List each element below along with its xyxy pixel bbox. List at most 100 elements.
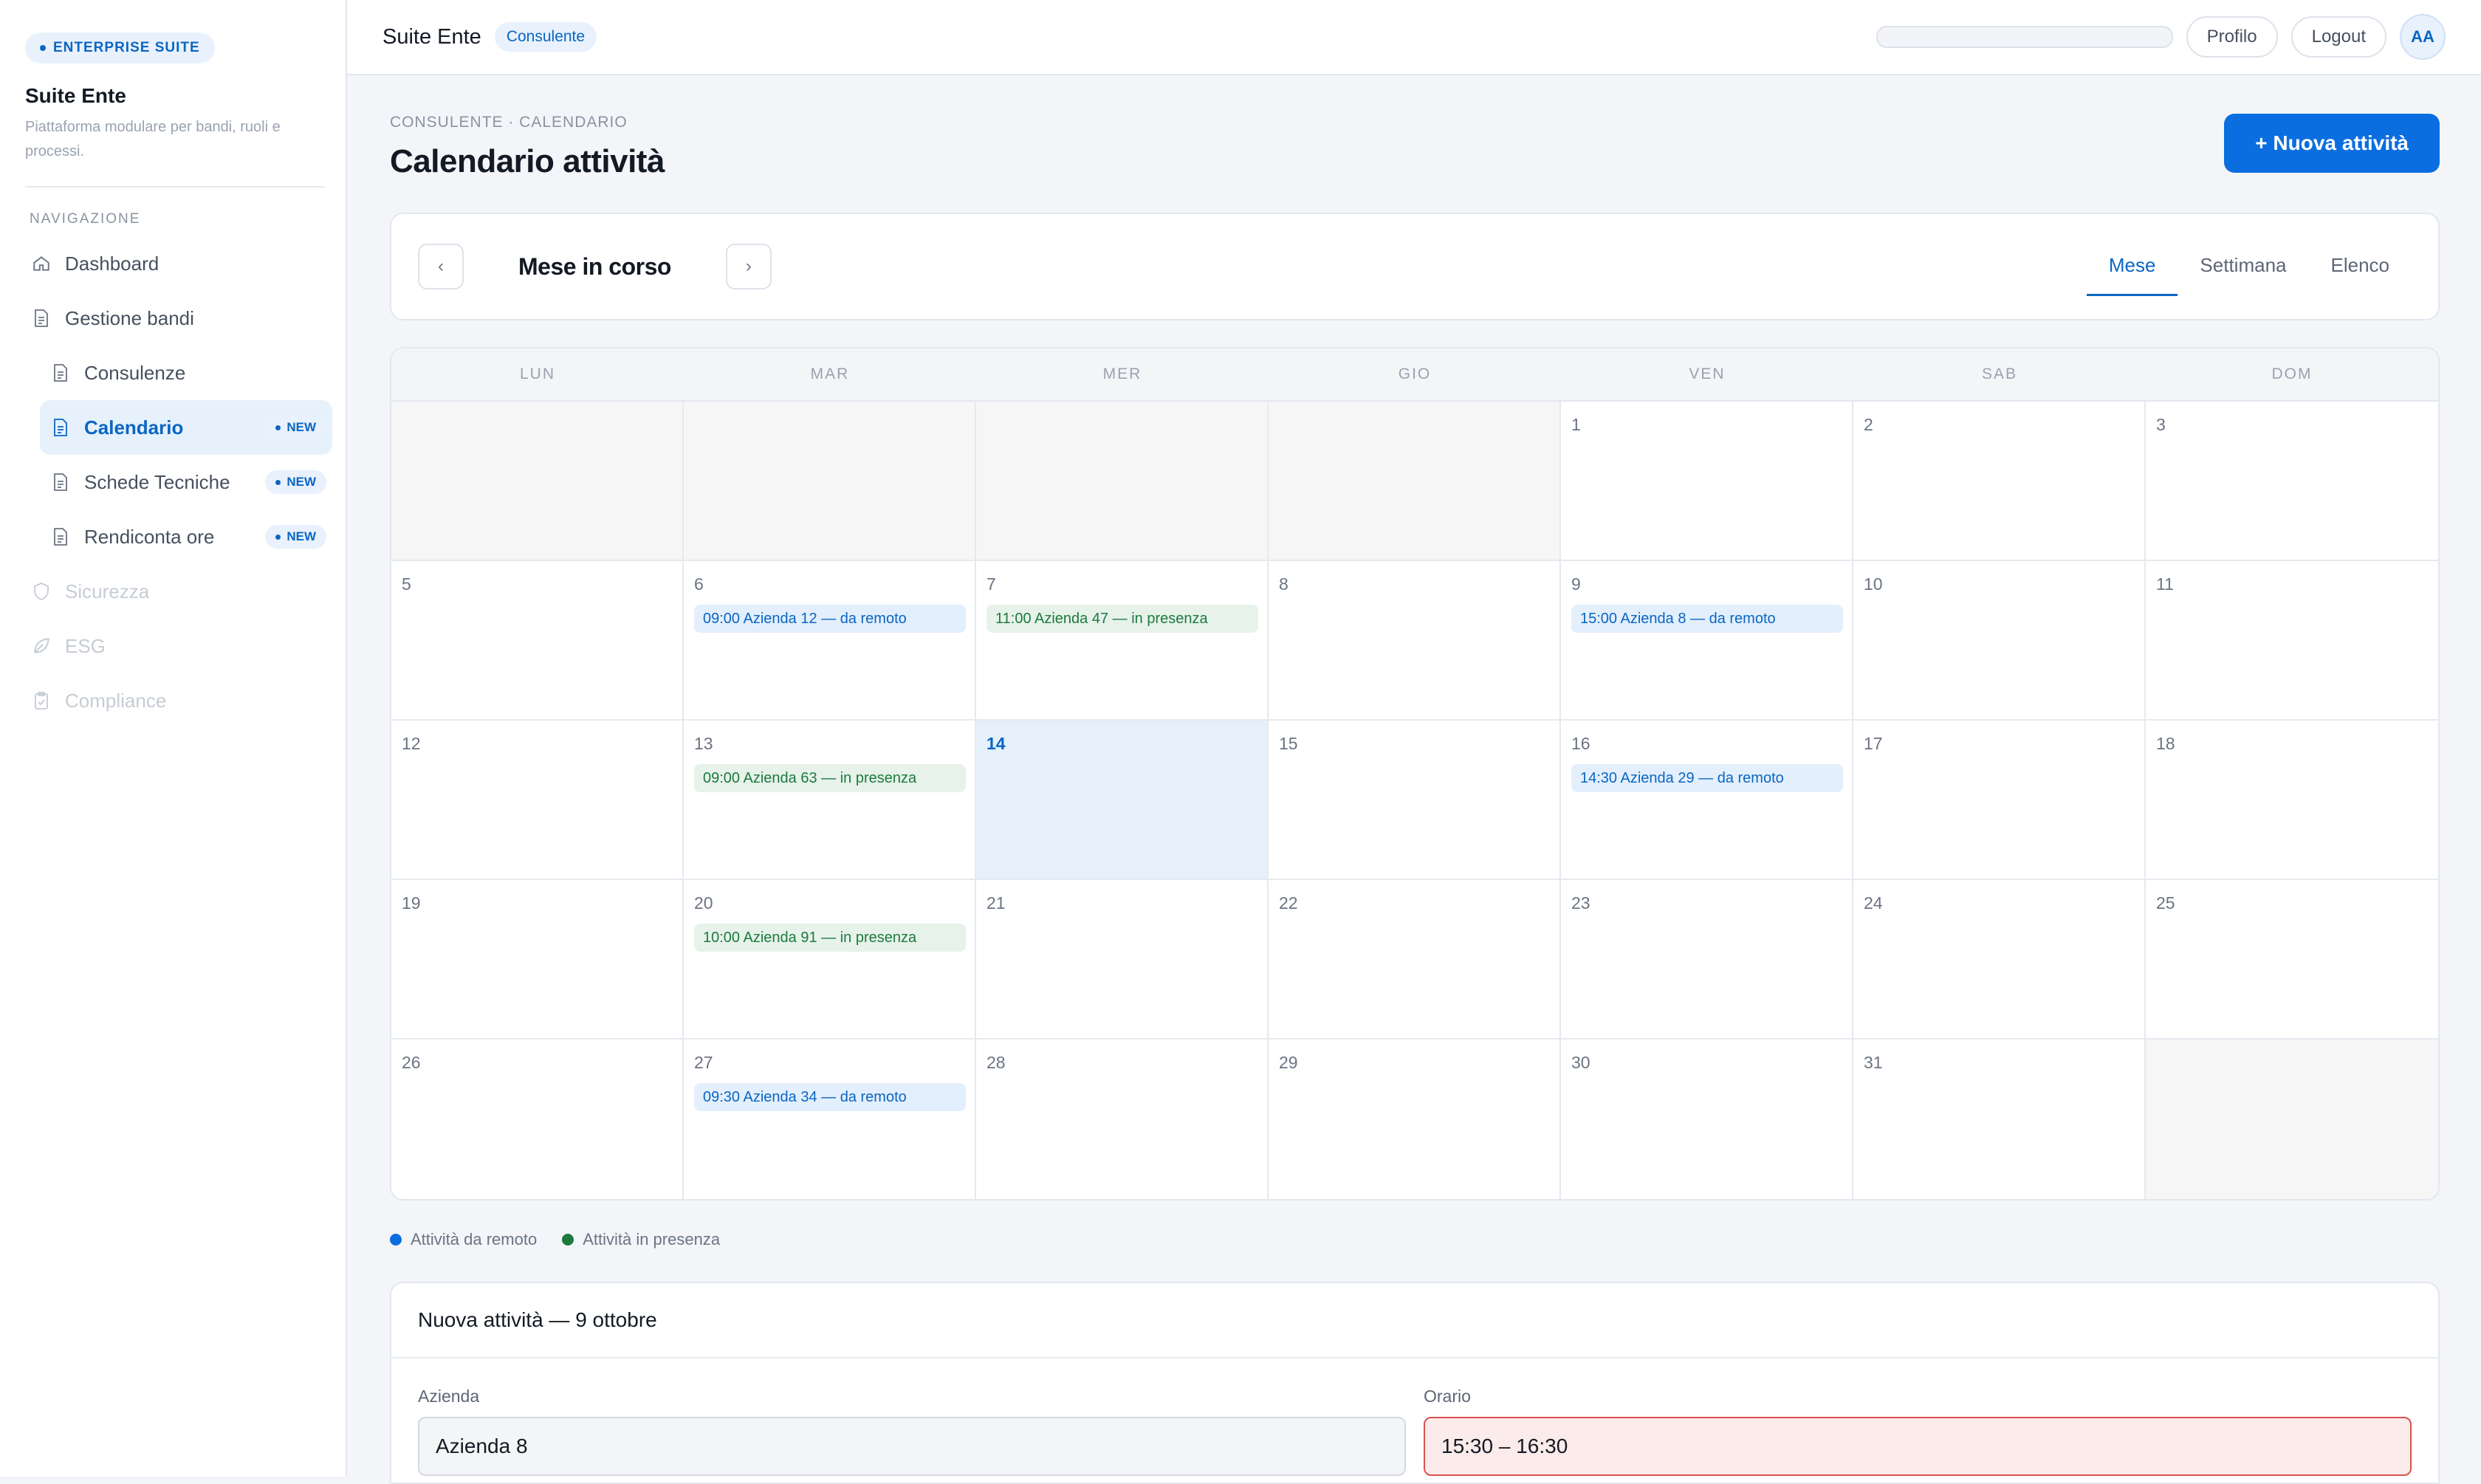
day-cell[interactable]: 3 — [2146, 402, 2438, 561]
day-cell[interactable]: 25 — [2146, 880, 2438, 1040]
day-cell[interactable]: 9 15:00 Azienda 8 — da remoto — [1561, 561, 1853, 721]
day-cell[interactable]: 2 — [1853, 402, 2146, 561]
month-calendar: LUN MAR MER GIO VEN SAB DOM 1 2 3 5 6 09:00 Azienda… — [390, 347, 2440, 1200]
day-cell[interactable]: 6 09:00 Azienda 12 — da remoto — [684, 561, 976, 721]
day-cell[interactable]: 20 10:00 Azienda 91 — in presenza — [684, 880, 976, 1040]
sidebar-item-label: Gestione bandi — [65, 306, 194, 329]
calendar-event[interactable]: 11:00 Azienda 47 — in presenza — [986, 605, 1258, 633]
day-number: 14 — [986, 734, 1006, 753]
time-input[interactable]: 15:30 – 16:30 — [1424, 1417, 2412, 1476]
day-cell[interactable]: 18 — [2146, 721, 2438, 880]
sidebar-item-label: Dashboard — [65, 252, 159, 275]
nav-section-title: NAVIGAZIONE — [30, 211, 141, 227]
weekday-label: MER — [1102, 365, 1142, 382]
sidebar-item-rendiconta-ore[interactable]: Rendiconta ore NEW — [40, 509, 332, 564]
day-number: 10 — [1864, 574, 1883, 594]
document-icon — [31, 308, 52, 329]
search-input[interactable] — [1876, 26, 2173, 48]
avatar[interactable]: AA — [2400, 14, 2446, 60]
day-number: 24 — [1864, 893, 1883, 913]
sidebar-item-esg: ESG — [25, 619, 329, 673]
page-header: CONSULENTE · CALENDARIO Calendario attiv… — [390, 114, 2440, 180]
time-label: Orario — [1424, 1387, 1471, 1406]
calendar-toolbar: ‹ Mese in corso › Mese Settimana Elenco — [390, 213, 2440, 320]
main-area: Suite Ente Consulente Profilo Logout AA … — [347, 0, 2481, 1484]
day-cell[interactable]: 26 — [391, 1040, 684, 1199]
badge-dot-icon — [40, 45, 46, 51]
app-root: ENTERPRISE SUITE Suite Ente Piattaforma … — [0, 0, 2481, 1484]
form-body: Azienda Azienda 8 Orario 15:30 – 16:30 — [391, 1358, 2438, 1476]
day-number: 16 — [1571, 734, 1590, 753]
day-cell[interactable]: 10 — [1853, 561, 2146, 721]
calendar-event[interactable]: 10:00 Azienda 91 — in presenza — [694, 924, 966, 952]
weekday-label: VEN — [1689, 365, 1726, 382]
day-number: 19 — [402, 893, 421, 913]
sidebar-item-label: Calendario — [84, 416, 184, 439]
brand-badge-label: ENTERPRISE SUITE — [53, 40, 200, 55]
day-cell[interactable]: 22 — [1269, 880, 1561, 1040]
sidebar-item-dashboard[interactable]: Dashboard — [25, 236, 329, 291]
next-month-button[interactable]: › — [725, 244, 772, 289]
day-cell[interactable]: 13 09:00 Azienda 63 — in presenza — [684, 721, 976, 880]
calendar-event[interactable]: 09:30 Azienda 34 — da remoto — [694, 1083, 966, 1111]
tab-elenco[interactable]: Elenco — [2309, 237, 2412, 296]
day-cell[interactable]: 28 — [976, 1040, 1269, 1199]
day-number: 15 — [1279, 734, 1298, 753]
remote-dot-icon — [390, 1234, 402, 1246]
calendar-grid: 1 2 3 5 6 09:00 Azienda 12 — da remoto 7 11:00 … — [391, 402, 2438, 1199]
day-cell[interactable]: 14 — [976, 721, 1269, 880]
weekday-label: MAR — [810, 365, 850, 382]
day-cell[interactable]: 1 — [1561, 402, 1853, 561]
day-number: 2 — [1864, 415, 1873, 434]
topbar-actions: Profilo Logout AA — [1876, 14, 2446, 60]
tab-settimana[interactable]: Settimana — [2178, 237, 2308, 296]
new-activity-button[interactable]: + Nuova attività — [2224, 114, 2440, 173]
breadcrumb: CONSULENTE · CALENDARIO — [390, 114, 628, 131]
calendar-event[interactable]: 09:00 Azienda 12 — da remoto — [694, 605, 966, 633]
prev-month-button[interactable]: ‹ — [418, 244, 464, 289]
topbar: Suite Ente Consulente Profilo Logout AA — [347, 0, 2481, 75]
day-cell[interactable]: 7 11:00 Azienda 47 — in presenza — [976, 561, 1269, 721]
day-cell[interactable]: 17 — [1853, 721, 2146, 880]
day-cell[interactable]: 12 — [391, 721, 684, 880]
day-cell[interactable]: 30 — [1561, 1040, 1853, 1199]
day-number: 23 — [1571, 893, 1590, 913]
new-badge-label: NEW — [286, 529, 316, 543]
sidebar-item-calendario[interactable]: Calendario NEW — [40, 400, 332, 455]
day-cell[interactable]: 27 09:30 Azienda 34 — da remoto — [684, 1040, 976, 1199]
day-cell[interactable]: 24 — [1853, 880, 2146, 1040]
day-cell[interactable]: 5 — [391, 561, 684, 721]
day-cell[interactable]: 31 — [1853, 1040, 2146, 1199]
day-cell[interactable]: 8 — [1269, 561, 1561, 721]
day-cell[interactable]: 16 14:30 Azienda 29 — da remoto — [1561, 721, 1853, 880]
calendar-event[interactable]: 15:00 Azienda 8 — da remoto — [1571, 605, 1843, 633]
day-number: 6 — [694, 574, 704, 594]
day-cell[interactable]: 11 — [2146, 561, 2438, 721]
logout-button[interactable]: Logout — [2290, 16, 2386, 58]
day-cell[interactable]: 29 — [1269, 1040, 1561, 1199]
sidebar: ENTERPRISE SUITE Suite Ente Piattaforma … — [0, 0, 347, 1477]
sidebar-item-schede-tecniche[interactable]: Schede Tecniche NEW — [40, 455, 332, 509]
tab-mese[interactable]: Mese — [2086, 237, 2178, 296]
content: CONSULENTE · CALENDARIO Calendario attiv… — [347, 114, 2481, 1484]
day-number: 21 — [986, 893, 1006, 913]
calendar-event[interactable]: 09:00 Azienda 63 — in presenza — [694, 764, 966, 792]
legend-label: Attività in presenza — [583, 1230, 721, 1248]
day-number: 9 — [1571, 574, 1581, 594]
day-cell[interactable]: 15 — [1269, 721, 1561, 880]
profile-button[interactable]: Profilo — [2186, 16, 2278, 58]
day-number: 30 — [1571, 1053, 1590, 1072]
sidebar-item-gestione-bandi[interactable]: Gestione bandi — [25, 291, 329, 346]
day-cell[interactable]: 19 — [391, 880, 684, 1040]
leaf-icon — [31, 636, 52, 656]
new-activity-form: Nuova attività — 9 ottobre Azienda Azien… — [390, 1282, 2440, 1484]
new-badge-label: NEW — [286, 420, 316, 434]
period-label: Mese in corso — [518, 253, 671, 280]
day-cell — [2146, 1040, 2438, 1199]
day-number: 29 — [1279, 1053, 1298, 1072]
calendar-event[interactable]: 14:30 Azienda 29 — da remoto — [1571, 764, 1843, 792]
sidebar-item-consulenze[interactable]: Consulenze — [40, 346, 332, 400]
day-cell[interactable]: 21 — [976, 880, 1269, 1040]
company-input[interactable]: Azienda 8 — [418, 1417, 1406, 1476]
day-cell[interactable]: 23 — [1561, 880, 1853, 1040]
